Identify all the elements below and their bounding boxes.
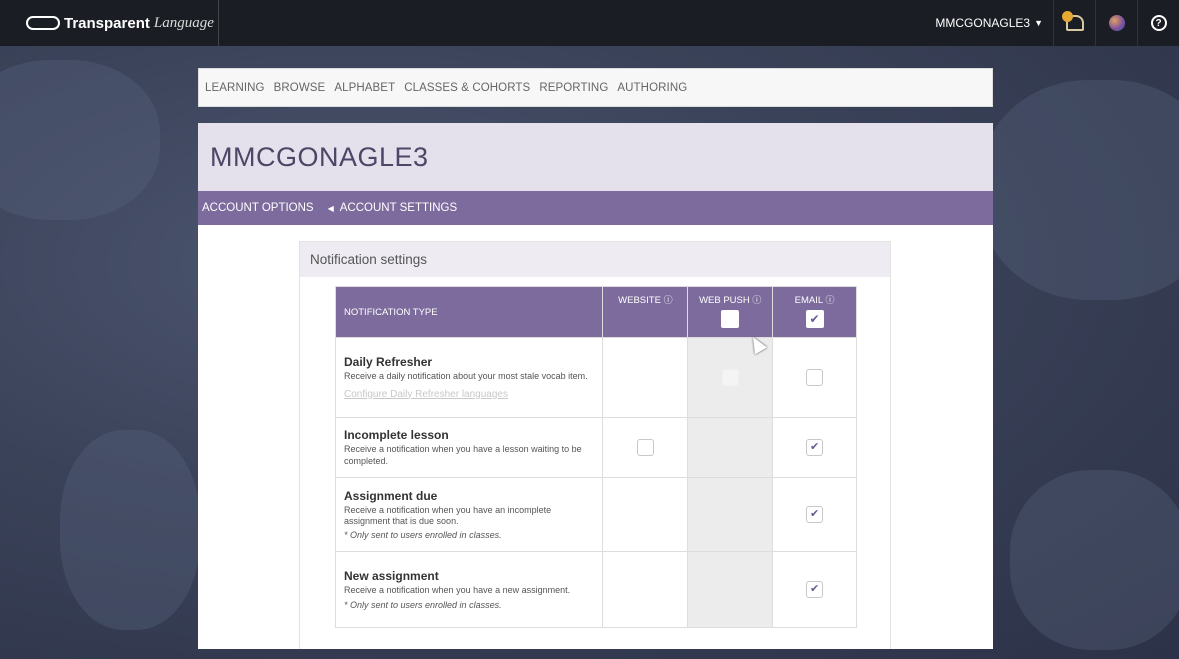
web-push-cell xyxy=(687,477,774,552)
web-push-cell xyxy=(687,417,774,478)
row-description: New assignment Receive a notification wh… xyxy=(334,551,604,628)
caret-down-icon: ▼ xyxy=(1034,18,1043,28)
nav-learning[interactable]: LEARNING xyxy=(205,82,265,94)
logo-text-italic: Language xyxy=(153,14,214,31)
column-header-web-push: WEB PUSH ⓘ xyxy=(687,286,774,338)
column-header-website: WEBSITE ⓘ xyxy=(602,286,689,338)
help-icon: ? xyxy=(1150,15,1167,31)
notification-settings-heading: Notification settings xyxy=(300,242,890,277)
map-texture xyxy=(60,430,200,630)
nav-reporting[interactable]: REPORTING xyxy=(539,82,608,94)
speech-bubble-logo-icon xyxy=(26,16,60,30)
account-panel: MMCGONAGLE3 ACCOUNT OPTIONS ◀ ACCOUNT SE… xyxy=(198,123,993,649)
row-title: Incomplete lesson xyxy=(344,428,449,443)
web-push-select-all-checkbox[interactable] xyxy=(721,310,740,328)
caret-left-icon: ◀ xyxy=(327,203,334,213)
web-push-checkbox xyxy=(721,368,739,386)
column-label-email: EMAIL xyxy=(794,295,823,306)
table-row: Daily Refresher Receive a daily notifica… xyxy=(334,337,857,418)
email-cell xyxy=(772,337,857,418)
nav-classes-cohorts[interactable]: CLASSES & COHORTS xyxy=(404,82,530,94)
table-header-row: NOTIFICATION TYPE WEBSITE ⓘ WEB PUSH ⓘ E… xyxy=(334,286,857,338)
top-bar: Transparent Language MMCGONAGLE3 ▼ ? xyxy=(0,0,1179,46)
username: MMCGONAGLE3 xyxy=(935,16,1031,30)
user-menu[interactable]: MMCGONAGLE3 ▼ xyxy=(925,16,1053,30)
help-button[interactable]: ? xyxy=(1137,0,1179,46)
notification-settings-box: Notification settings NOTIFICATION TYPE … xyxy=(299,241,891,649)
website-cell xyxy=(602,417,689,478)
row-title: New assignment xyxy=(344,569,439,584)
map-texture xyxy=(980,80,1179,300)
column-header-type: NOTIFICATION TYPE xyxy=(334,286,604,338)
notification-dot xyxy=(1061,11,1073,22)
website-cell xyxy=(602,551,689,628)
email-cell: ✔ xyxy=(772,551,857,628)
breadcrumb: ACCOUNT OPTIONS ◀ ACCOUNT SETTINGS xyxy=(198,191,993,225)
panel-header: MMCGONAGLE3 xyxy=(198,123,993,191)
app-logo[interactable]: Transparent Language xyxy=(26,15,214,32)
main-nav: LEARNING BROWSE ALPHABET CLASSES & COHOR… xyxy=(198,68,993,107)
row-text: Receive a notification when you have an … xyxy=(344,504,552,526)
topbar-divider xyxy=(217,0,219,46)
email-checkbox[interactable]: ✔ xyxy=(806,580,824,598)
nav-alphabet[interactable]: ALPHABET xyxy=(334,82,395,94)
email-checkbox[interactable]: ✔ xyxy=(806,505,824,523)
language-button[interactable] xyxy=(1095,0,1137,46)
nav-browse[interactable]: BROWSE xyxy=(274,82,326,94)
globe-icon xyxy=(1108,15,1125,31)
info-icon[interactable]: ⓘ xyxy=(825,295,834,305)
table-row: Assignment due Receive a notification wh… xyxy=(334,477,857,552)
column-label-web-push: WEB PUSH xyxy=(699,295,750,306)
table-row: New assignment Receive a notification wh… xyxy=(334,551,857,628)
table-row: Incomplete lesson Receive a notification… xyxy=(334,417,857,478)
nav-authoring[interactable]: AUTHORING xyxy=(617,82,687,94)
column-label-website: WEBSITE xyxy=(618,295,661,306)
web-push-cell xyxy=(687,551,774,628)
row-text: Receive a notification when you have a l… xyxy=(344,444,582,466)
column-header-email: EMAIL ⓘ ✔ xyxy=(772,286,857,338)
page-title: MMCGONAGLE3 xyxy=(210,141,429,172)
info-icon[interactable]: ⓘ xyxy=(752,295,761,305)
notifications-button[interactable] xyxy=(1053,0,1095,46)
website-checkbox[interactable] xyxy=(636,438,654,456)
breadcrumb-account-settings[interactable]: ACCOUNT SETTINGS xyxy=(340,202,457,214)
map-texture xyxy=(1010,470,1179,650)
row-note: * Only sent to users enrolled in classes… xyxy=(344,599,502,610)
configure-daily-refresher-link[interactable]: Configure Daily Refresher languages xyxy=(344,389,594,400)
row-note: * Only sent to users enrolled in classes… xyxy=(344,530,502,541)
row-text: Receive a daily notification about your … xyxy=(344,371,588,382)
row-description: Incomplete lesson Receive a notification… xyxy=(334,417,604,478)
row-description: Daily Refresher Receive a daily notifica… xyxy=(334,337,604,418)
map-texture xyxy=(0,60,160,220)
breadcrumb-account-options[interactable]: ACCOUNT OPTIONS xyxy=(202,202,314,214)
email-cell: ✔ xyxy=(772,417,857,478)
notification-table: NOTIFICATION TYPE WEBSITE ⓘ WEB PUSH ⓘ E… xyxy=(334,286,857,628)
bell-icon xyxy=(1061,11,1084,31)
website-cell xyxy=(602,477,689,552)
website-cell xyxy=(602,337,689,418)
row-description: Assignment due Receive a notification wh… xyxy=(334,477,604,552)
email-checkbox[interactable]: ✔ xyxy=(806,438,824,456)
row-title: Assignment due xyxy=(344,488,438,503)
email-select-all-checkbox[interactable]: ✔ xyxy=(805,310,824,328)
info-icon[interactable]: ⓘ xyxy=(664,295,673,305)
row-text: Receive a notification when you have a n… xyxy=(344,585,571,596)
row-title: Daily Refresher xyxy=(344,355,433,370)
email-cell: ✔ xyxy=(772,477,857,552)
logo-text-bold: Transparent xyxy=(64,14,150,32)
email-checkbox[interactable] xyxy=(806,368,824,386)
